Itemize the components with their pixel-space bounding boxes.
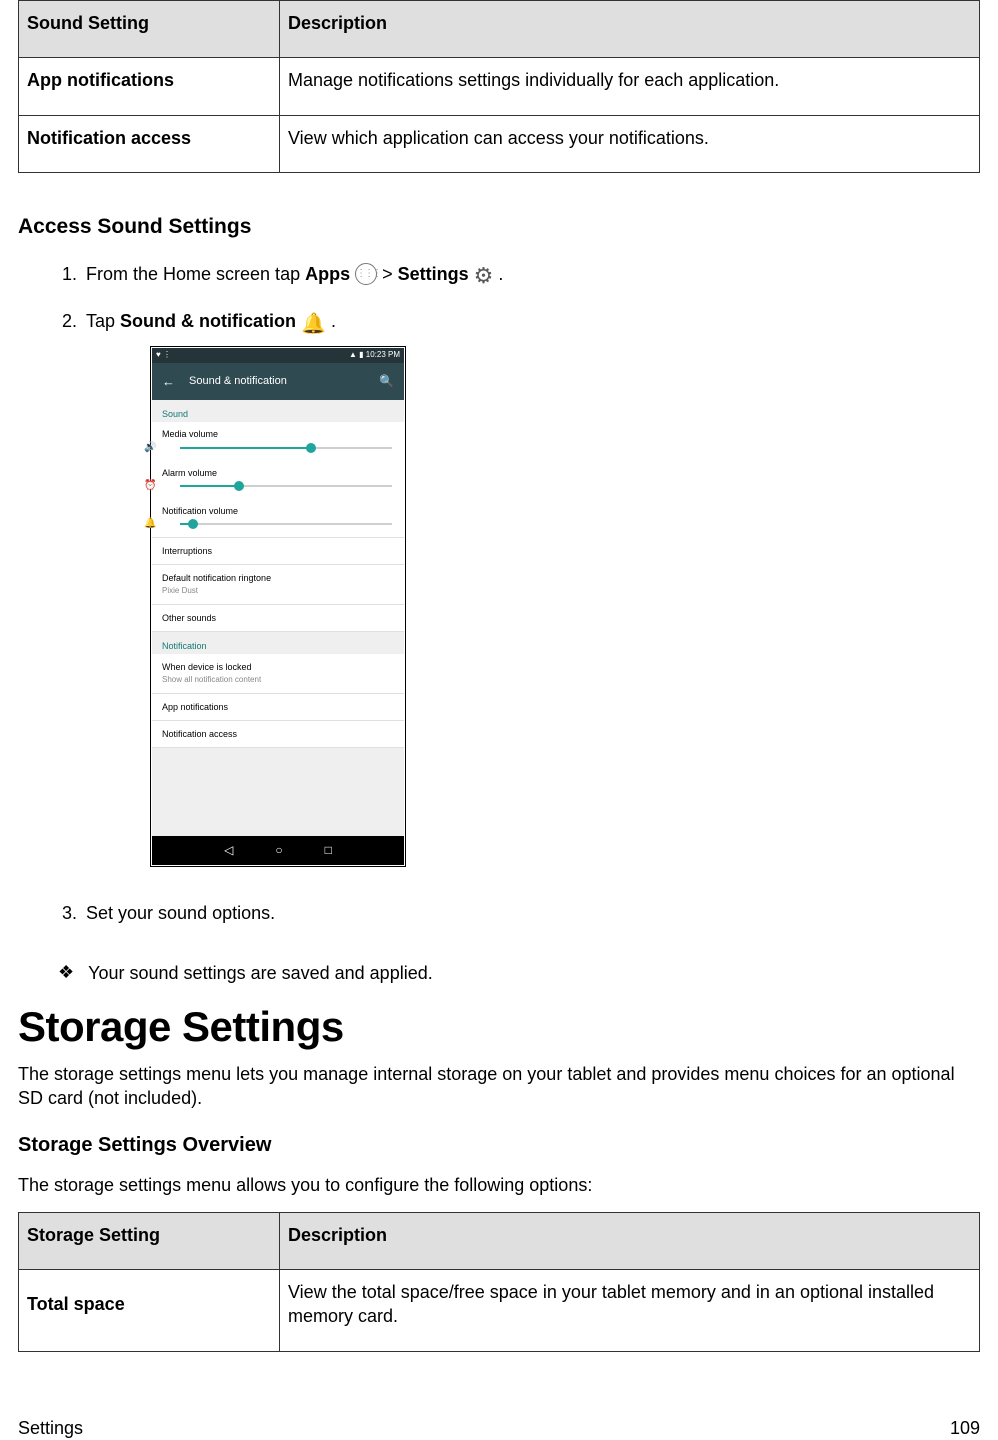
table-row: Total space View the total space/free sp…	[19, 1270, 980, 1352]
storage-settings-heading: Storage Settings	[18, 999, 980, 1056]
phone-app-bar: ← Sound & notification 🔍	[152, 363, 404, 401]
when-locked-row[interactable]: When device is locked Show all notificat…	[152, 654, 404, 694]
media-volume-row[interactable]: Media volume 🔊	[152, 422, 404, 460]
phone-status-bar: ♥ ⋮ ▲ ▮ 10:23 PM	[152, 348, 404, 363]
app-notifications-row[interactable]: App notifications	[152, 694, 404, 721]
sound-row-label: App notifications	[19, 58, 280, 115]
storage-table-header-desc: Description	[280, 1212, 980, 1269]
step-2: Tap Sound & notification 🔔 . ♥ ⋮ ▲ ▮ 10:…	[82, 309, 980, 901]
sound-row-desc: View which application can access your n…	[280, 115, 980, 172]
nav-home-icon[interactable]: ○	[275, 842, 282, 858]
sound-row-desc: Manage notifications settings individual…	[280, 58, 980, 115]
storage-row-label: Total space	[19, 1270, 280, 1352]
sound-table-header-desc: Description	[280, 1, 980, 58]
notification-volume-row[interactable]: Notification volume 🔔	[152, 499, 404, 538]
step-3: Set your sound options.	[82, 901, 980, 943]
storage-overview-intro: The storage settings menu allows you to …	[18, 1173, 980, 1197]
result-note: ❖ Your sound settings are saved and appl…	[58, 961, 980, 985]
steps-list: From the Home screen tap Apps > Settings…	[82, 261, 980, 943]
footer-page-number: 109	[950, 1416, 980, 1440]
page-footer: Settings 109	[18, 1416, 980, 1440]
footer-section: Settings	[18, 1416, 83, 1440]
alarm-icon: ⏰	[144, 479, 156, 493]
other-sounds-row[interactable]: Other sounds	[152, 605, 404, 632]
search-icon[interactable]: 🔍	[379, 373, 394, 389]
storage-row-desc: View the total space/free space in your …	[280, 1270, 980, 1352]
diamond-bullet-icon: ❖	[58, 961, 74, 984]
storage-settings-table: Storage Setting Description Total space …	[18, 1212, 980, 1352]
section-notification: Notification	[152, 632, 404, 654]
nav-recent-icon[interactable]: □	[325, 842, 332, 858]
access-sound-settings-heading: Access Sound Settings	[18, 213, 980, 241]
interruptions-row[interactable]: Interruptions	[152, 538, 404, 565]
step-1: From the Home screen tap Apps > Settings…	[82, 261, 980, 309]
screenshot-sound-notification: ♥ ⋮ ▲ ▮ 10:23 PM ← Sound & notification …	[150, 346, 406, 867]
bell-icon: 🔔	[144, 517, 156, 531]
alarm-volume-row[interactable]: Alarm volume ⏰	[152, 461, 404, 499]
section-sound: Sound	[152, 400, 404, 422]
storage-overview-heading: Storage Settings Overview	[18, 1132, 980, 1159]
storage-table-header-setting: Storage Setting	[19, 1212, 280, 1269]
back-icon[interactable]: ←	[162, 373, 175, 391]
default-ringtone-row[interactable]: Default notification ringtone Pixie Dust	[152, 565, 404, 605]
notification-access-row[interactable]: Notification access	[152, 721, 404, 748]
table-row: App notifications Manage notifications s…	[19, 58, 980, 115]
gear-icon: ⚙	[474, 261, 494, 291]
phone-nav-bar: ◁ ○ □	[152, 836, 404, 864]
apps-icon	[355, 263, 377, 285]
sound-settings-table: Sound Setting Description App notificati…	[18, 0, 980, 173]
sound-row-label: Notification access	[19, 115, 280, 172]
speaker-icon: 🔊	[144, 441, 156, 455]
storage-intro: The storage settings menu lets you manag…	[18, 1062, 980, 1111]
table-row: Notification access View which applicati…	[19, 115, 980, 172]
phone-title: Sound & notification	[189, 374, 365, 389]
nav-back-icon[interactable]: ◁	[224, 842, 233, 858]
sound-table-header-setting: Sound Setting	[19, 1, 280, 58]
bell-icon: 🔔	[301, 311, 326, 338]
